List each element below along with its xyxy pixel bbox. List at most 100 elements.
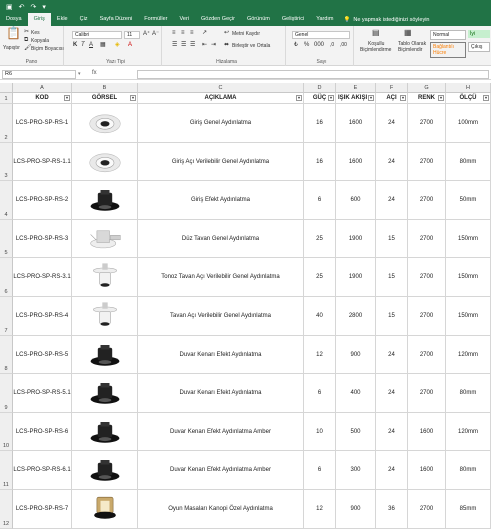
- row-header-11[interactable]: 11: [0, 451, 13, 490]
- cell-aci[interactable]: 24: [376, 143, 408, 181]
- cell-renk[interactable]: 2700: [408, 374, 446, 413]
- column-header-a[interactable]: A: [13, 83, 72, 93]
- tell-me-box[interactable]: 💡 Ne yapmak istediğinizi söyleyin: [344, 17, 430, 23]
- merge-center-button[interactable]: Birleştir ve Ortala: [232, 43, 270, 49]
- product-image-recessed-spot-white-tilt[interactable]: [87, 146, 123, 178]
- cell-aci[interactable]: 24: [376, 374, 408, 413]
- header-cell-aci[interactable]: AÇI ▾: [376, 93, 408, 104]
- percent-icon[interactable]: %: [304, 42, 309, 49]
- cell-kod[interactable]: LCS-PRO-SP-RS-1.1: [13, 143, 72, 181]
- cell-renk[interactable]: 2700: [408, 258, 446, 297]
- cell-aci[interactable]: 24: [376, 181, 408, 220]
- row-header-8[interactable]: 8: [0, 336, 13, 374]
- cell-img[interactable]: [72, 220, 138, 258]
- row-header-12[interactable]: 12: [0, 490, 13, 529]
- cell-kod[interactable]: LCS-PRO-SP-RS-2: [13, 181, 72, 220]
- tab-review[interactable]: Gözden Geçir: [195, 13, 241, 26]
- cell-olcu[interactable]: 150mm: [446, 258, 491, 297]
- cell-isik[interactable]: 400: [336, 374, 376, 413]
- cell-aci[interactable]: 15: [376, 297, 408, 336]
- cell-img[interactable]: [72, 181, 138, 220]
- cell-aciklama[interactable]: Giriş Açı Verilebilir Genel Aydınlatma: [138, 143, 304, 181]
- filter-dropdown-icon[interactable]: ▾: [64, 95, 70, 101]
- product-image-downlight-black[interactable]: [87, 339, 123, 371]
- header-cell-guc[interactable]: GÜÇ ▾: [304, 93, 336, 104]
- row-header-2[interactable]: 2: [0, 104, 13, 143]
- merge-icon[interactable]: ⬌: [224, 42, 229, 49]
- underline-icon[interactable]: A: [89, 42, 93, 49]
- font-name-select[interactable]: Calibri: [72, 31, 122, 39]
- decrease-indent-icon[interactable]: ⇤: [202, 42, 207, 49]
- cell-aci[interactable]: 24: [376, 451, 408, 490]
- cell-isik[interactable]: 2800: [336, 297, 376, 336]
- row-header-6[interactable]: 6: [0, 258, 13, 297]
- product-image-downlight-black[interactable]: [87, 416, 123, 448]
- shrink-font-icon[interactable]: A⁻: [152, 31, 159, 38]
- cell-guc[interactable]: 10: [304, 413, 336, 451]
- orientation-icon[interactable]: ↗: [202, 30, 207, 37]
- cell-img[interactable]: [72, 104, 138, 143]
- cell-renk[interactable]: 2700: [408, 143, 446, 181]
- header-cell-renk[interactable]: RENK ▾: [408, 93, 446, 104]
- cell-renk[interactable]: 1600: [408, 451, 446, 490]
- wrap-text-button[interactable]: Metni Kaydır: [232, 31, 260, 37]
- cell-renk[interactable]: 2700: [408, 490, 446, 529]
- product-image-downlight-black[interactable]: [87, 184, 123, 216]
- cell-aciklama[interactable]: Düz Tavan Genel Aydınlatma: [138, 220, 304, 258]
- cell-isik[interactable]: 600: [336, 181, 376, 220]
- copy-button[interactable]: Kopyala: [31, 38, 49, 44]
- cell-isik[interactable]: 900: [336, 490, 376, 529]
- conditional-formatting-button-2[interactable]: Biçimlendirme: [360, 47, 391, 53]
- cut-icon[interactable]: ✂: [24, 29, 29, 36]
- tab-page-layout[interactable]: Sayfa Düzeni: [94, 13, 139, 26]
- cell-kod[interactable]: LCS-PRO-SP-RS-6.1: [13, 451, 72, 490]
- cell-kod[interactable]: LCS-PRO-SP-RS-1: [13, 104, 72, 143]
- cell-aci[interactable]: 36: [376, 490, 408, 529]
- tab-insert[interactable]: Ekle: [51, 13, 74, 26]
- filter-dropdown-icon[interactable]: ▾: [483, 95, 489, 101]
- wrap-text-icon[interactable]: ↩: [224, 30, 229, 37]
- filter-dropdown-icon[interactable]: ▾: [368, 95, 374, 101]
- row-header-5[interactable]: 5: [0, 220, 13, 258]
- tab-data[interactable]: Veri: [174, 13, 195, 26]
- cell-img[interactable]: [72, 413, 138, 451]
- cell-guc[interactable]: 6: [304, 451, 336, 490]
- conditional-formatting-icon[interactable]: ▤: [372, 29, 380, 37]
- cell-aciklama[interactable]: Tonoz Tavan Açı Verilebilir Genel Aydınl…: [138, 258, 304, 297]
- cell-kod[interactable]: LCS-PRO-SP-RS-3: [13, 220, 72, 258]
- product-image-recessed-white-driver[interactable]: [87, 223, 123, 255]
- cell-img[interactable]: [72, 143, 138, 181]
- cell-aci[interactable]: 15: [376, 220, 408, 258]
- cell-guc[interactable]: 12: [304, 490, 336, 529]
- font-size-select[interactable]: 11: [124, 31, 140, 39]
- column-header-b[interactable]: B: [72, 83, 138, 93]
- cell-img[interactable]: [72, 297, 138, 336]
- currency-icon[interactable]: ₺: [294, 42, 298, 49]
- cell-renk[interactable]: 2700: [408, 181, 446, 220]
- cell-olcu[interactable]: 85mm: [446, 490, 491, 529]
- cell-aci[interactable]: 24: [376, 336, 408, 374]
- cell-olcu[interactable]: 120mm: [446, 413, 491, 451]
- cell-renk[interactable]: 2700: [408, 104, 446, 143]
- bold-icon[interactable]: K: [73, 42, 77, 49]
- number-format-select[interactable]: Genel: [292, 31, 350, 39]
- comma-style-icon[interactable]: 000: [314, 42, 324, 49]
- header-cell-kod[interactable]: KOD ▾: [13, 93, 72, 104]
- align-bottom-icon[interactable]: ≡: [190, 30, 194, 37]
- cell-olcu[interactable]: 80mm: [446, 451, 491, 490]
- row-header-9[interactable]: 9: [0, 374, 13, 413]
- row-header-10[interactable]: 10: [0, 413, 13, 451]
- cell-isik[interactable]: 1600: [336, 104, 376, 143]
- increase-decimal-icon[interactable]: ,0: [330, 42, 334, 49]
- cell-guc[interactable]: 6: [304, 181, 336, 220]
- cell-olcu[interactable]: 120mm: [446, 336, 491, 374]
- header-cell-isik[interactable]: IŞIK AKIŞI ▾: [336, 93, 376, 104]
- cell-img[interactable]: [72, 374, 138, 413]
- format-as-table-button-2[interactable]: Biçimlendir: [398, 47, 422, 53]
- font-color-icon[interactable]: A: [128, 42, 132, 49]
- fill-color-icon[interactable]: ◈: [115, 42, 120, 49]
- tab-view[interactable]: Görünüm: [241, 13, 276, 26]
- column-header-e[interactable]: E: [336, 83, 376, 93]
- cell-olcu[interactable]: 50mm: [446, 181, 491, 220]
- undo-icon[interactable]: ↶: [19, 3, 25, 11]
